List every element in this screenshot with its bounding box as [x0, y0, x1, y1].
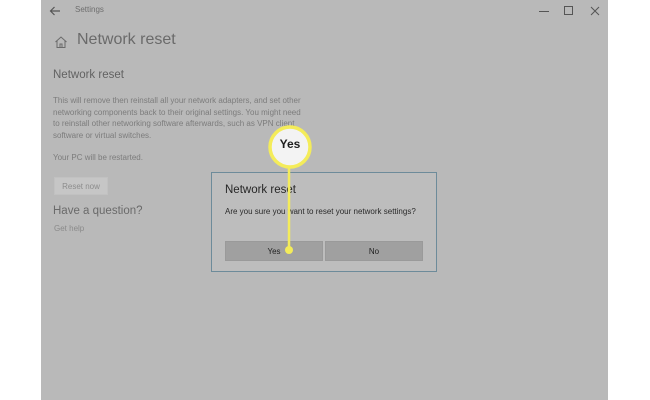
question-heading: Have a question? [53, 205, 143, 217]
page-title: Network reset [77, 31, 176, 48]
home-icon[interactable] [54, 35, 68, 49]
dialog-title: Network reset [225, 184, 296, 196]
no-button[interactable]: No [325, 241, 423, 261]
section-title: Network reset [53, 69, 124, 81]
minimize-icon[interactable] [535, 2, 553, 19]
network-reset-dialog: Network reset Are you sure you want to r… [211, 172, 437, 272]
screenshot-frame: Settings Network reset Network reset Thi… [0, 0, 650, 400]
window-title: Settings [75, 5, 104, 14]
yes-button[interactable]: Yes [225, 241, 323, 261]
restart-note: Your PC will be restarted. [53, 153, 143, 162]
description-text: This will remove then reinstall all your… [53, 96, 301, 140]
settings-window: Settings Network reset Network reset Thi… [41, 0, 608, 400]
reset-now-button[interactable]: Reset now [54, 177, 108, 195]
close-icon[interactable] [586, 2, 604, 19]
back-arrow-icon[interactable] [47, 3, 63, 19]
title-bar: Settings [41, 0, 608, 22]
maximize-icon[interactable] [560, 2, 578, 19]
get-help-link[interactable]: Get help [54, 224, 84, 233]
dialog-message: Are you sure you want to reset your netw… [225, 207, 416, 216]
